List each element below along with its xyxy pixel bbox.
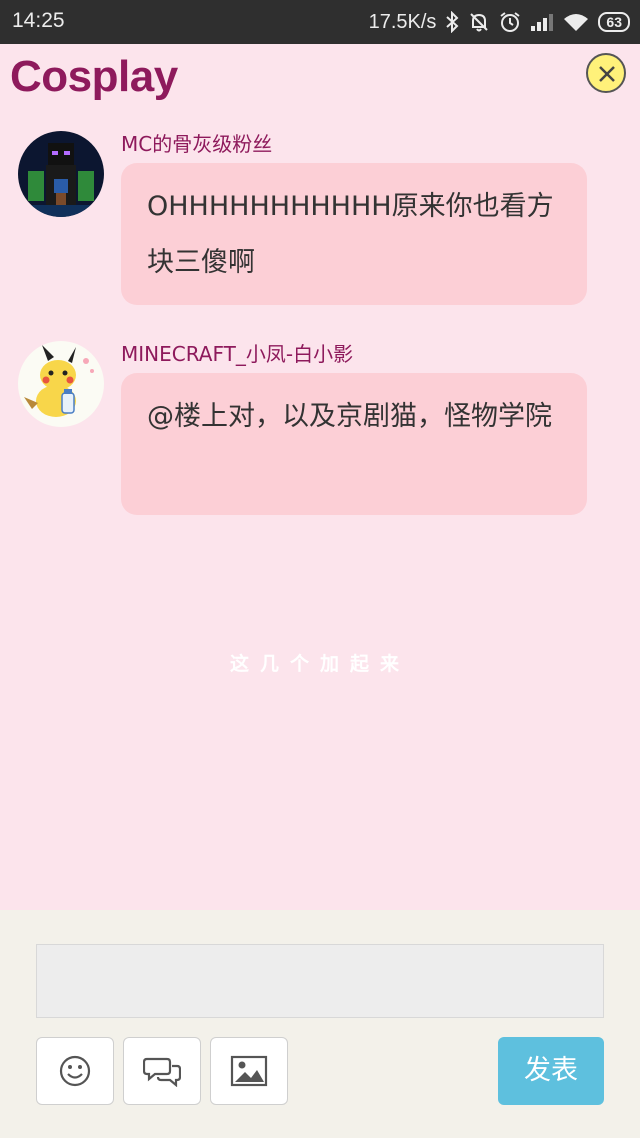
status-icons: 17.5K/s 63 [369,8,630,36]
avatar[interactable] [18,131,104,217]
status-time: 14:25 [12,9,65,32]
comment-bubble: OHHHHHHHHHHH原来你也看方块三傻啊 [121,163,587,305]
status-bar: 14:25 17.5K/s 63 [0,0,640,44]
bluetooth-icon [445,11,459,33]
comment-username[interactable]: MC的骨灰级粉丝 [121,128,272,157]
chat-button[interactable] [123,1037,201,1105]
network-speed: 17.5K/s [368,10,437,33]
emoji-icon [59,1055,91,1087]
avatar-pikachu [18,341,104,427]
composer-bar: 发表 [0,910,640,1138]
wifi-icon [563,12,589,32]
alarm-icon [499,11,521,33]
comment-input[interactable] [36,944,604,1018]
chat-bubbles-icon [143,1057,181,1087]
close-button[interactable] [586,53,626,93]
battery-icon: 63 [598,12,630,32]
avatar[interactable] [18,341,104,427]
comment-username[interactable]: MINECRAFT_小凤-白小影 [121,338,353,367]
signal-icon [530,12,554,32]
emoji-button[interactable] [36,1037,114,1105]
comment-panel: Cosplay MC的骨灰级粉丝 OHHHHHHHHHHH原来你也看方块三傻啊 [0,44,640,910]
image-button[interactable] [210,1037,288,1105]
mute-notification-icon [468,11,490,33]
comment-bubble: @楼上对，以及京剧猫，怪物学院 [121,373,587,515]
image-icon [230,1055,268,1087]
page-title: Cosplay [10,52,178,101]
overlay-caption: 这几个加起来 [229,653,410,675]
close-icon [599,66,615,82]
avatar-dark-figure [18,131,104,217]
send-button[interactable]: 发表 [498,1037,604,1105]
